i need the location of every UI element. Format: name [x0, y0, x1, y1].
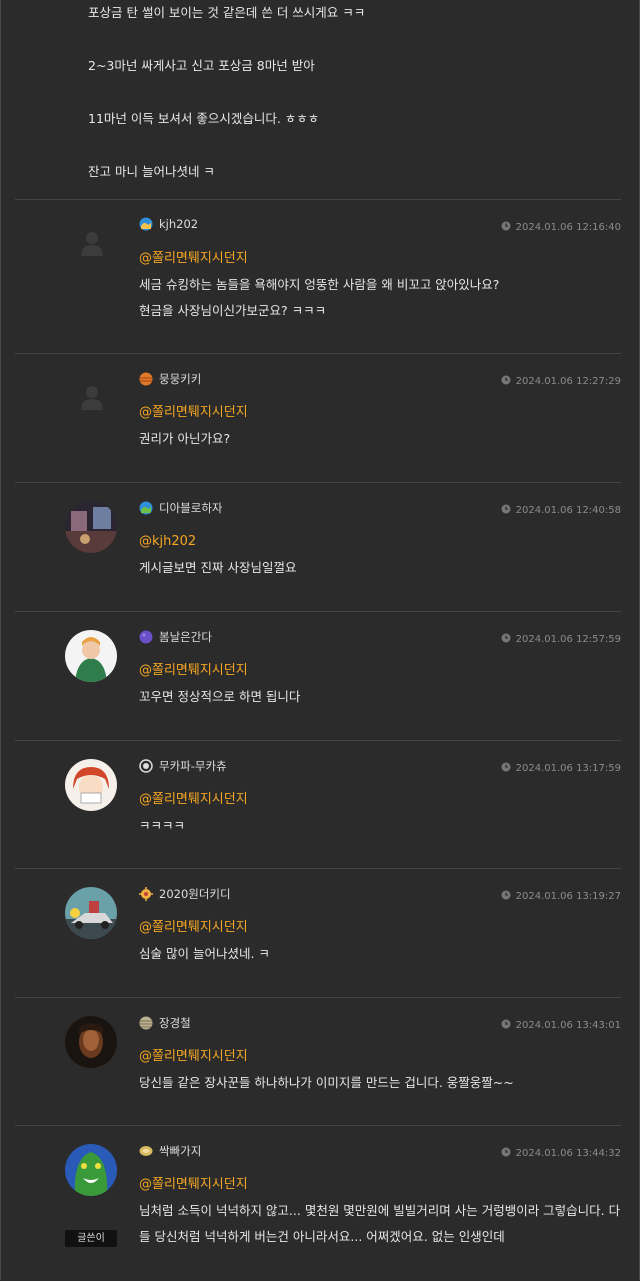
level-icon — [139, 759, 153, 773]
timestamp-text: 2024.01.06 13:44:32 — [515, 1148, 621, 1159]
default-avatar-icon[interactable] — [77, 382, 107, 412]
comment-line: 세금 슈킹하는 놈들을 욕해야지 엉뚱한 사람을 왜 비꼬고 앉아있나요? — [139, 277, 500, 292]
comment-line: 권리가 아닌가요? — [139, 431, 231, 446]
author-name[interactable]: 뭉뭉키키 — [159, 372, 201, 386]
comment-item: 2020원더키디 2024.01.06 13:19:27 @쫄리면퉤지시던지 심… — [15, 868, 621, 998]
author-name[interactable]: kjh202 — [159, 217, 198, 231]
level-icon — [139, 1016, 153, 1030]
comment-author[interactable]: 싹빠가지 — [139, 1143, 201, 1159]
comment-author[interactable]: 2020원더키디 — [139, 886, 231, 902]
dark-portrait-avatar[interactable] — [65, 1016, 117, 1068]
comment-item: 글쓴이 싹빠가지 2024.01.06 13:44:32 @쫄리면퉤지시던지 님… — [15, 1125, 621, 1281]
comment-body: @kjh202 게시글보면 진짜 사장님일껄요 — [139, 529, 619, 581]
default-avatar-icon[interactable] — [77, 228, 107, 258]
comment-timestamp: 2024.01.06 13:17:59 — [501, 762, 621, 774]
timestamp-text: 2024.01.06 12:57:59 — [515, 634, 621, 645]
comment-timestamp: 2024.01.06 12:40:58 — [501, 504, 621, 516]
comment-body: @쫄리면퉤지시던지 권리가 아닌가요? — [139, 400, 619, 452]
comment-author[interactable]: 뭉뭉키키 — [139, 371, 201, 387]
author-name[interactable]: 싹빠가지 — [159, 1144, 201, 1158]
author-name[interactable]: 무카파-무카츄 — [159, 759, 227, 773]
timestamp-text: 2024.01.06 13:17:59 — [515, 763, 621, 774]
comment-timestamp: 2024.01.06 12:57:59 — [501, 633, 621, 645]
anime-girl-avatar[interactable] — [65, 759, 117, 811]
author-badge: 글쓴이 — [65, 1230, 117, 1247]
level-icon — [139, 217, 153, 231]
comment-item: kjh202 2024.01.06 12:16:40 @쫄리면퉤지시던지 세금 … — [15, 199, 621, 354]
clock-icon — [501, 762, 511, 772]
comment-item: 장경철 2024.01.06 13:43:01 @쫄리면퉤지시던지 당신들 같은… — [15, 997, 621, 1126]
comment-timestamp: 2024.01.06 12:27:29 — [501, 375, 621, 387]
comment-author[interactable]: 봄날은간다 — [139, 629, 212, 645]
comment-timestamp: 2024.01.06 12:16:40 — [501, 221, 621, 233]
comment-line: 님처럼 소득이 넉넉하지 않고... 몇천원 몇만원에 빌빌거리며 사는 거렁뱅… — [139, 1203, 621, 1218]
timestamp-text: 2024.01.06 13:19:27 — [515, 891, 621, 902]
clock-icon — [501, 1019, 511, 1029]
comment-line: 꼬우면 정상적으로 하면 됩니다 — [139, 689, 301, 704]
mention-link[interactable]: @쫄리면퉤지시던지 — [139, 915, 619, 941]
level-icon — [139, 887, 153, 901]
comment-line: 당신들 같은 장사꾼들 하나하나가 이미지를 만드는 겁니다. 웅짤웅짤~~ — [139, 1075, 514, 1090]
comment-author[interactable]: 무카파-무카츄 — [139, 758, 227, 774]
comment-body: @쫄리면퉤지시던지 님처럼 소득이 넉넉하지 않고... 몇천원 몇만원에 빌빌… — [139, 1172, 621, 1250]
timestamp-text: 2024.01.06 12:27:29 — [515, 376, 621, 387]
mention-link[interactable]: @kjh202 — [139, 529, 619, 555]
comment-timestamp: 2024.01.06 13:44:32 — [501, 1147, 621, 1159]
level-icon — [139, 1144, 153, 1158]
comment-line: 11마넌 이득 보셔서 좋으시겠습니다. ㅎㅎㅎ — [88, 111, 320, 126]
comment-line: 심술 많이 늘어나셨네. ㅋ — [139, 946, 270, 961]
mention-link[interactable]: @쫄리면퉤지시던지 — [139, 1172, 619, 1198]
clock-icon — [501, 375, 511, 385]
clock-icon — [501, 1147, 511, 1157]
mention-link[interactable]: @쫄리면퉤지시던지 — [139, 658, 619, 684]
anime-character-avatar[interactable] — [65, 630, 117, 682]
comment-line: 들 당신처럼 넉넉하게 버는건 아니라서요... 어쩌겠어요. 없는 인생인데 — [139, 1229, 505, 1244]
level-icon — [139, 630, 153, 644]
comment-line: 2~3마넌 싸게사고 신고 포상금 8마넌 받아 — [88, 58, 315, 73]
comment-line: 게시글보면 진짜 사장님일껄요 — [139, 560, 297, 575]
comment-item: 디아블로하자 2024.01.06 12:40:58 @kjh202 게시글보면… — [15, 482, 621, 612]
clock-icon — [501, 504, 511, 514]
timestamp-text: 2024.01.06 13:43:01 — [515, 1020, 621, 1031]
clock-icon — [501, 221, 511, 231]
level-icon — [139, 372, 153, 386]
clock-icon — [501, 890, 511, 900]
game-scene-avatar[interactable] — [65, 501, 117, 553]
mention-link[interactable]: @쫄리면퉤지시던지 — [139, 400, 619, 426]
comment-timestamp: 2024.01.06 13:19:27 — [501, 890, 621, 902]
comment-author[interactable]: kjh202 — [139, 217, 198, 231]
mention-link[interactable]: @쫄리면퉤지시던지 — [139, 787, 619, 813]
mention-link[interactable]: @쫄리면퉤지시던지 — [139, 246, 619, 272]
author-name[interactable]: 봄날은간다 — [159, 630, 212, 644]
comment-body: @쫄리면퉤지시던지 ㅋㅋㅋㅋ — [139, 787, 619, 839]
left-border — [0, 0, 1, 1280]
author-name[interactable]: 디아블로하자 — [159, 501, 222, 515]
comment-item: 무카파-무카츄 2024.01.06 13:17:59 @쫄리면퉤지시던지 ㅋㅋ… — [15, 740, 621, 869]
comment-body: @쫄리면퉤지시던지 세금 슈킹하는 놈들을 욕해야지 엉뚱한 사람을 왜 비꼬고… — [139, 246, 619, 324]
author-name[interactable]: 장경철 — [159, 1016, 191, 1030]
comment-item: 봄날은간다 2024.01.06 12:57:59 @쫄리면퉤지시던지 꼬우면 … — [15, 611, 621, 741]
timestamp-text: 2024.01.06 12:40:58 — [515, 505, 621, 516]
level-icon — [139, 501, 153, 515]
comment-body: @쫄리면퉤지시던지 당신들 같은 장사꾼들 하나하나가 이미지를 만드는 겁니다… — [139, 1044, 619, 1096]
mention-link[interactable]: @쫄리면퉤지시던지 — [139, 1044, 619, 1070]
timestamp-text: 2024.01.06 12:16:40 — [515, 222, 621, 233]
comment-author[interactable]: 장경철 — [139, 1015, 191, 1031]
comment-line: ㅋㅋㅋㅋ — [139, 818, 186, 833]
comment-line: 현금을 사장님이신가보군요? ㅋㅋㅋ — [139, 303, 327, 318]
clock-icon — [501, 633, 511, 643]
comment-author[interactable]: 디아블로하자 — [139, 500, 222, 516]
comment-line: 포상금 탄 썰이 보이는 것 같은데 쓴 더 쓰시게요 ㅋㅋ — [88, 5, 366, 20]
comment-item: 뭉뭉키키 2024.01.06 12:27:29 @쫄리면퉤지시던지 권리가 아… — [15, 353, 621, 483]
comment-line: 잔고 마니 늘어나셧네 ㅋ — [88, 164, 215, 179]
author-name[interactable]: 2020원더키디 — [159, 887, 231, 901]
robot-car-avatar[interactable] — [65, 887, 117, 939]
comment-timestamp: 2024.01.06 13:43:01 — [501, 1019, 621, 1031]
green-monster-avatar[interactable] — [65, 1144, 117, 1196]
comment-body: @쫄리면퉤지시던지 심술 많이 늘어나셨네. ㅋ — [139, 915, 619, 967]
comment-body: @쫄리면퉤지시던지 꼬우면 정상적으로 하면 됩니다 — [139, 658, 619, 710]
top-comment-body: 포상금 탄 썰이 보이는 것 같은데 쓴 더 쓰시게요 ㅋㅋ 2~3마넌 싸게사… — [88, 0, 618, 198]
